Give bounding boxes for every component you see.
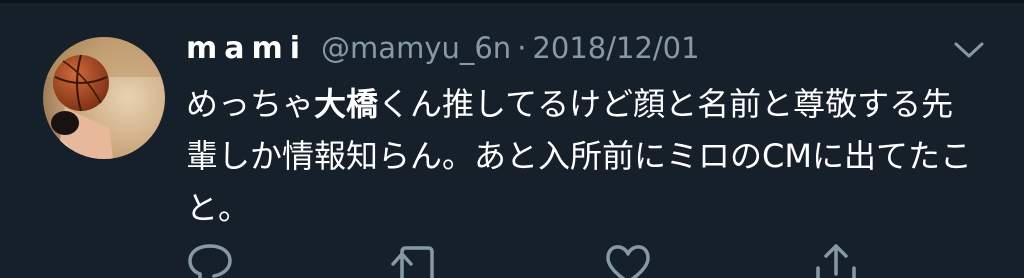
share-icon[interactable] <box>812 240 860 278</box>
heart-icon[interactable] <box>604 240 652 278</box>
tweet-date[interactable]: 2018/12/01 <box>532 31 699 65</box>
top-divider <box>0 0 1024 3</box>
chevron-down-icon[interactable] <box>952 40 986 62</box>
user-handle[interactable]: @mamyu_6n <box>321 31 511 65</box>
reply-icon[interactable] <box>186 240 234 278</box>
display-name[interactable]: mami <box>186 31 307 66</box>
tweet-header: mami @mamyu_6n · 2018/12/01 <box>186 31 700 71</box>
tweet-text-part1: めっちゃ <box>186 85 315 123</box>
avatar-photo <box>43 37 165 159</box>
tweet-text-highlight: 大橋 <box>314 85 379 123</box>
retweet-icon[interactable] <box>390 240 438 278</box>
avatar[interactable] <box>43 37 165 159</box>
tweet-actions <box>0 240 1024 278</box>
header-separator: · <box>517 31 527 65</box>
tweet-text: めっちゃ大橋くん推してるけど顔と名前と尊敬する先輩しか情報知らん。あと入所前にミ… <box>186 78 976 234</box>
